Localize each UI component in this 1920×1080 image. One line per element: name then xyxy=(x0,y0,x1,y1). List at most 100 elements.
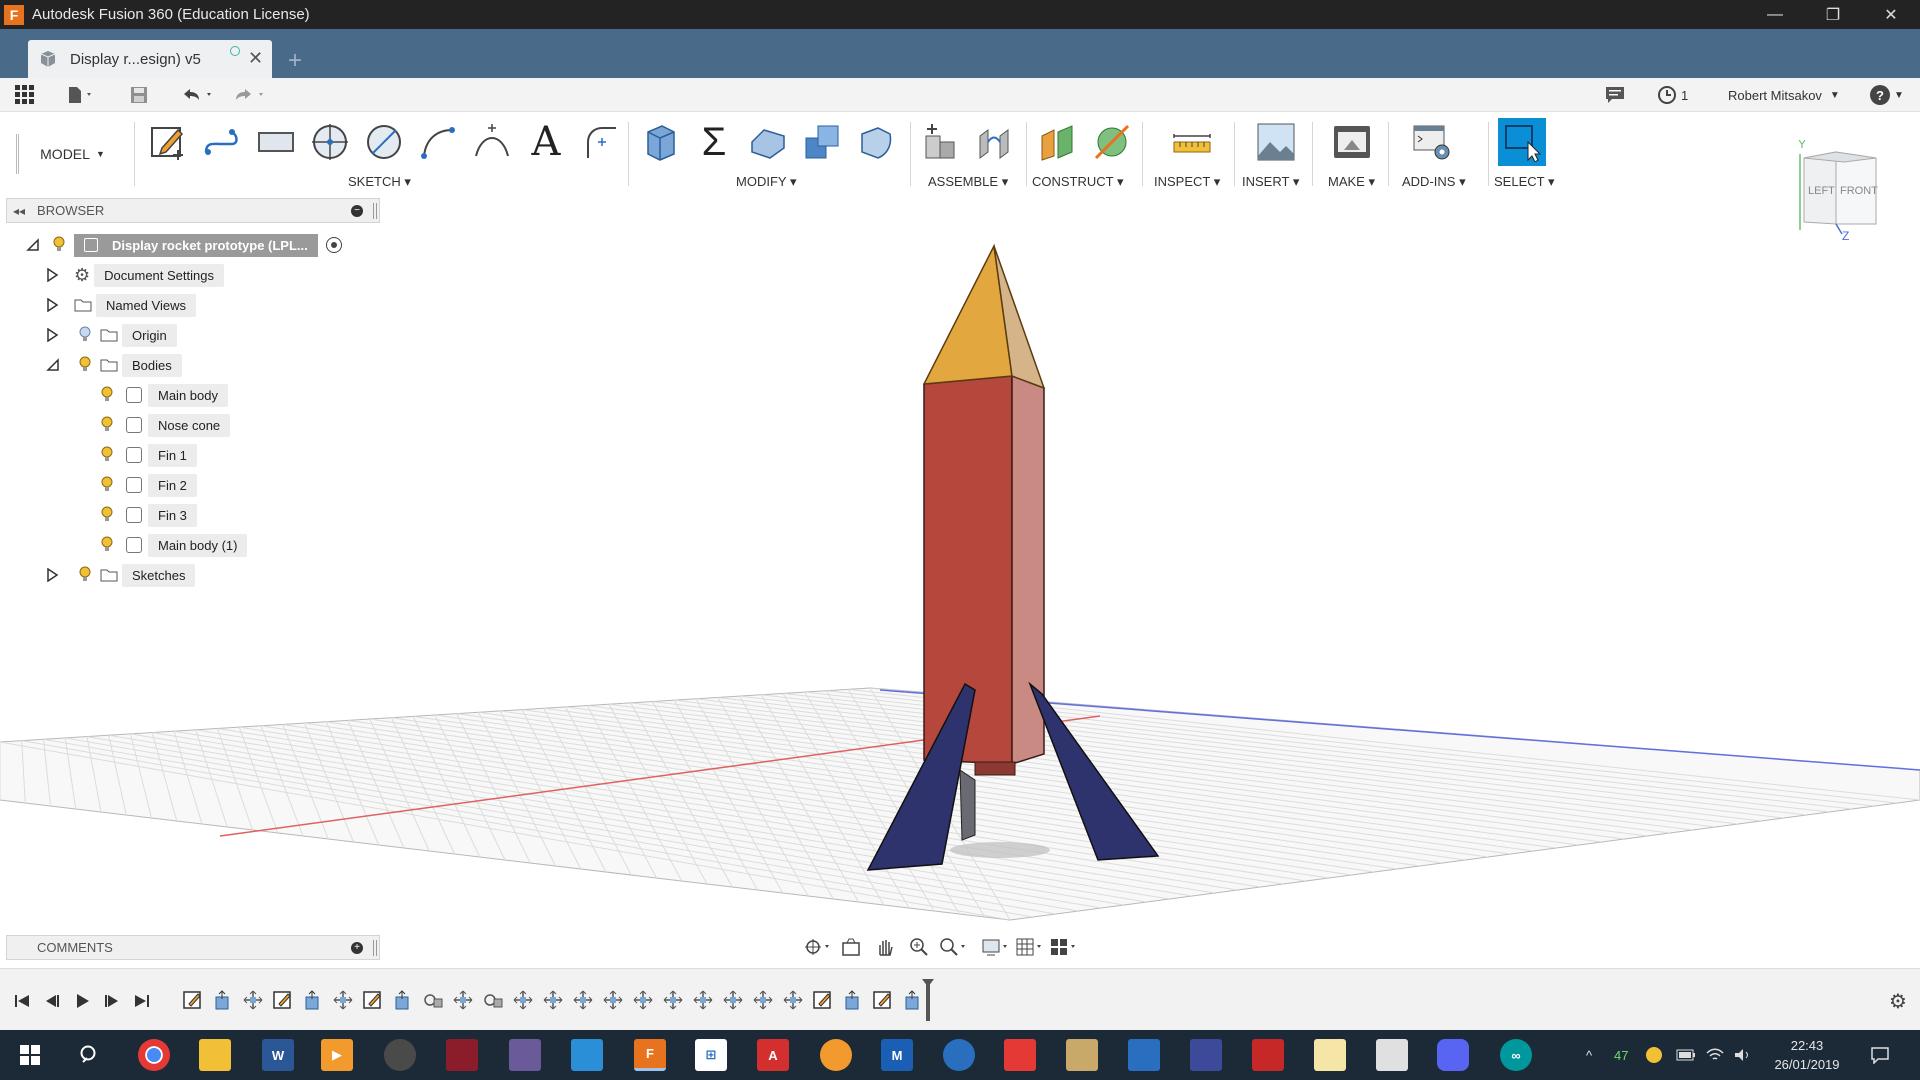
nose-cone[interactable] xyxy=(922,243,1046,390)
tree-item-sketches[interactable]: Sketches xyxy=(46,563,196,587)
body-item[interactable]: Fin 1 xyxy=(100,443,197,467)
visibility-bulb-icon[interactable] xyxy=(100,476,114,494)
app-icon-text[interactable] xyxy=(1190,1039,1222,1071)
chrome-icon[interactable] xyxy=(138,1039,170,1071)
inspect-group-label[interactable]: INSPECT ▾ xyxy=(1154,174,1220,190)
modify-group-label[interactable]: MODIFY ▾ xyxy=(736,174,796,190)
line-tool[interactable] xyxy=(200,120,244,164)
timeline-feature-icon[interactable] xyxy=(182,989,204,1013)
app-icon-diagram[interactable]: ⊞ xyxy=(695,1039,727,1071)
zoom-icon[interactable] xyxy=(902,934,936,960)
orbit-icon[interactable] xyxy=(800,934,834,960)
tray-badge[interactable]: 47 xyxy=(1614,1030,1628,1080)
chamfer-tool[interactable] xyxy=(746,120,790,164)
timeline-feature-icon[interactable] xyxy=(572,989,594,1013)
measure-tool[interactable] xyxy=(1170,120,1214,164)
timeline-feature-icon[interactable] xyxy=(842,989,864,1013)
collapse-panel-icon[interactable]: ◂◂ xyxy=(13,204,25,218)
center-circle-tool[interactable] xyxy=(308,120,352,164)
combine-tool[interactable] xyxy=(800,120,844,164)
timeline-feature-icon[interactable] xyxy=(752,989,774,1013)
data-panel-grid-icon[interactable] xyxy=(12,83,38,107)
discord-icon[interactable] xyxy=(1437,1039,1469,1071)
app-icon-globe[interactable] xyxy=(943,1039,975,1071)
3d-viewport[interactable] xyxy=(0,230,1920,970)
tree-item-bodies[interactable]: Bodies xyxy=(46,353,182,377)
axis-tool[interactable] xyxy=(1090,120,1134,164)
expanded-triangle-icon[interactable] xyxy=(26,238,40,252)
app-icon-tool[interactable] xyxy=(446,1039,478,1071)
visibility-bulb-icon[interactable] xyxy=(100,446,114,464)
viewports-icon[interactable] xyxy=(1046,934,1080,960)
help-menu[interactable]: ? ▼ xyxy=(1870,78,1904,112)
tree-item-document-settings[interactable]: ⚙ Document Settings xyxy=(46,263,224,287)
tree-item-origin[interactable]: Origin xyxy=(46,323,177,347)
timeline-feature-icon[interactable] xyxy=(452,989,474,1013)
notification-center-icon[interactable] xyxy=(1870,1030,1890,1080)
timeline-feature-icon[interactable] xyxy=(212,989,234,1013)
visibility-bulb-icon[interactable] xyxy=(78,566,92,584)
shell-tool[interactable] xyxy=(854,120,898,164)
timeline-feature-icon[interactable] xyxy=(482,989,504,1013)
fusion360-taskbar-icon[interactable]: F xyxy=(634,1039,666,1071)
fit-zoom-icon[interactable] xyxy=(936,934,970,960)
app-icon-gift[interactable] xyxy=(1376,1039,1408,1071)
app-icon-m[interactable]: M xyxy=(881,1039,913,1071)
timeline-feature-icon[interactable] xyxy=(782,989,804,1013)
display-settings-icon[interactable] xyxy=(978,934,1012,960)
visibility-bulb-off-icon[interactable] xyxy=(78,326,92,344)
go-to-end-icon[interactable] xyxy=(130,989,154,1013)
go-to-start-icon[interactable] xyxy=(10,989,34,1013)
timeline-settings-gear-icon[interactable]: ⚙ xyxy=(1886,989,1910,1013)
timeline-feature-icon[interactable] xyxy=(512,989,534,1013)
arc-tool[interactable] xyxy=(416,120,460,164)
tab-close-icon[interactable]: ✕ xyxy=(248,48,263,69)
app-icon-sphere[interactable] xyxy=(384,1039,416,1071)
comments-panel-header[interactable]: COMMENTS + xyxy=(6,935,380,960)
timeline-feature-icon[interactable] xyxy=(872,989,894,1013)
search-icon[interactable] xyxy=(74,1039,106,1071)
timeline-marker-handle[interactable] xyxy=(922,979,934,987)
joint-tool[interactable] xyxy=(972,120,1016,164)
visibility-bulb-icon[interactable] xyxy=(100,536,114,554)
battery-icon[interactable] xyxy=(1676,1030,1696,1080)
timeline-feature-icon[interactable] xyxy=(902,989,924,1013)
collapsed-triangle-icon[interactable] xyxy=(46,328,58,342)
construct-group-label[interactable]: CONSTRUCT ▾ xyxy=(1032,174,1124,190)
document-tab[interactable]: Display r...esign) v5 ✕ xyxy=(28,40,272,78)
minimize-button[interactable]: — xyxy=(1746,0,1804,29)
sketch-group-label[interactable]: SKETCH ▾ xyxy=(348,174,411,190)
timeline-marker[interactable] xyxy=(926,981,930,1021)
visibility-bulb-icon[interactable] xyxy=(100,506,114,524)
make-group-label[interactable]: MAKE ▾ xyxy=(1328,174,1375,190)
select-group-label[interactable]: SELECT ▾ xyxy=(1494,174,1554,190)
body-item[interactable]: Main body (1) xyxy=(100,533,248,557)
offset-plane-tool[interactable] xyxy=(1036,120,1080,164)
collapsed-triangle-icon[interactable] xyxy=(46,298,58,312)
pan-hand-icon[interactable] xyxy=(868,934,902,960)
app-icon-list[interactable] xyxy=(1128,1039,1160,1071)
step-back-icon[interactable] xyxy=(40,989,64,1013)
step-forward-icon[interactable] xyxy=(100,989,124,1013)
timeline-feature-icon[interactable] xyxy=(422,989,444,1013)
insert-group-label[interactable]: INSERT ▾ xyxy=(1242,174,1299,190)
body-item[interactable]: Fin 3 xyxy=(100,503,197,527)
word-icon[interactable]: W xyxy=(262,1039,294,1071)
notepad-icon[interactable] xyxy=(1314,1039,1346,1071)
file-menu-icon[interactable] xyxy=(64,83,98,107)
body-item[interactable]: Fin 2 xyxy=(100,473,197,497)
assemble-group-label[interactable]: ASSEMBLE ▾ xyxy=(928,174,1008,190)
app-icon-paint[interactable] xyxy=(1066,1039,1098,1071)
play-icon[interactable] xyxy=(70,989,94,1013)
visibility-bulb-icon[interactable] xyxy=(100,386,114,404)
text-tool[interactable]: A xyxy=(524,119,568,165)
show-hidden-icons[interactable]: ^ xyxy=(1586,1030,1592,1080)
expanded-triangle-icon[interactable] xyxy=(46,358,60,372)
app-icon-ccl[interactable] xyxy=(1252,1039,1284,1071)
file-explorer-icon[interactable] xyxy=(199,1039,231,1071)
timeline-feature-icon[interactable] xyxy=(542,989,564,1013)
body-item[interactable]: Main body xyxy=(100,383,228,407)
app-icon-calculator[interactable] xyxy=(509,1039,541,1071)
arduino-icon[interactable]: ∞ xyxy=(1500,1039,1532,1071)
body-item[interactable]: Nose cone xyxy=(100,413,231,437)
